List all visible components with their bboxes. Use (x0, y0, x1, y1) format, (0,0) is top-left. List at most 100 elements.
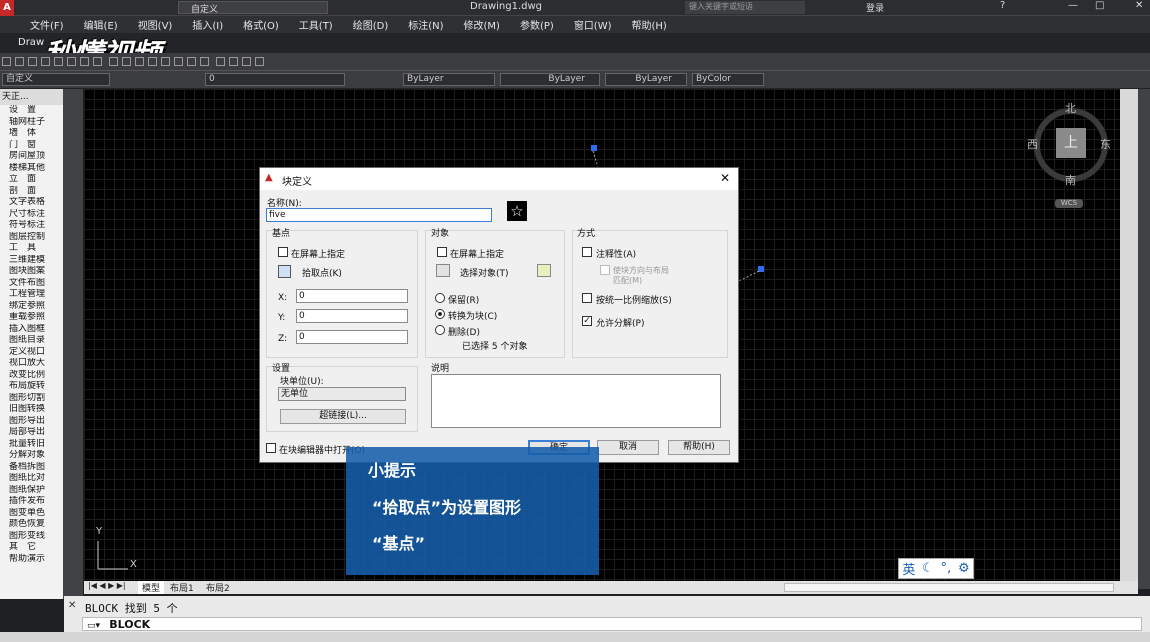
uniform-scale-checkbox[interactable] (582, 293, 592, 303)
tarch-menu-item[interactable]: 备档拆图 (0, 462, 63, 474)
tarch-menu-item[interactable]: 图层控制 (0, 232, 63, 244)
objects-onscreen-checkbox[interactable] (437, 247, 447, 257)
layer-dropdown[interactable]: 0 (205, 73, 345, 86)
tarch-menu-item[interactable]: 图纸比对 (0, 473, 63, 485)
tarch-menu-item[interactable]: 图变单色 (0, 508, 63, 520)
minimize-icon[interactable]: — (1068, 0, 1078, 11)
tarch-menu-item[interactable]: 剖 面 (0, 186, 63, 198)
tarch-menu-item[interactable]: 局部导出 (0, 427, 63, 439)
lineweight-dropdown[interactable]: ByLayer (605, 73, 687, 86)
tarch-menu-item[interactable]: 图纸保护 (0, 485, 63, 497)
menu-format[interactable]: 格式(O) (243, 17, 279, 32)
tarch-menu-item[interactable]: 尺寸标注 (0, 209, 63, 221)
basepoint-onscreen-checkbox[interactable] (278, 247, 288, 257)
help-button[interactable]: 帮助(H) (668, 440, 730, 455)
menu-window[interactable]: 窗口(W) (574, 17, 612, 32)
tarch-menu-item[interactable]: 工程管理 (0, 289, 63, 301)
tab-nav-icons[interactable]: |◀ ◀ ▶ ▶| (88, 581, 126, 590)
plotstyle-dropdown[interactable]: ByColor (692, 73, 764, 86)
z-field[interactable]: 0 (296, 330, 408, 344)
viewcube-top-face[interactable]: 上 (1056, 128, 1086, 158)
tarch-menu-item[interactable]: 插入图框 (0, 324, 63, 336)
tarch-menu-item[interactable]: 工 具 (0, 243, 63, 255)
command-close-icon[interactable]: ✕ (68, 600, 76, 611)
y-field[interactable]: 0 (296, 309, 408, 323)
menu-modify[interactable]: 修改(M) (464, 17, 500, 32)
match-orientation-checkbox[interactable] (600, 265, 610, 275)
select-objects-button[interactable]: 选择对象(T) (460, 266, 509, 279)
menu-dimension[interactable]: 标注(N) (408, 17, 443, 32)
tarch-menu-item[interactable]: 旧图转换 (0, 404, 63, 416)
annotative-checkbox[interactable] (582, 247, 592, 257)
command-input[interactable]: ▭▾ BLOCK (82, 617, 1142, 631)
tarch-menu-item[interactable]: 文件布图 (0, 278, 63, 290)
tarch-menu-item[interactable]: 插件发布 (0, 496, 63, 508)
horizontal-scrollbar[interactable] (784, 583, 1114, 592)
tarch-menu-item[interactable]: 房间屋顶 (0, 151, 63, 163)
tarch-menu-item[interactable]: 其 它 (0, 542, 63, 554)
tarch-menu-item[interactable]: 图形导出 (0, 416, 63, 428)
tarch-menu-item[interactable]: 重载参照 (0, 312, 63, 324)
delete-radio[interactable] (435, 325, 445, 335)
select-objects-icon[interactable] (436, 264, 450, 277)
workspace-dropdown[interactable]: 自定义 (2, 73, 110, 86)
retain-radio[interactable] (435, 293, 445, 303)
tarch-menu-item[interactable]: 图纸目录 (0, 335, 63, 347)
viewcube-east[interactable]: 东 (1100, 136, 1111, 152)
convert-radio[interactable] (435, 309, 445, 319)
tarch-menu-item[interactable]: 绑定参照 (0, 301, 63, 313)
tarch-menu-item[interactable]: 墙 体 (0, 128, 63, 140)
linetype-dropdown[interactable]: ByLayer (500, 73, 600, 86)
tarch-menu-item[interactable]: 分解对象 (0, 450, 63, 462)
allow-explode-checkbox[interactable]: ✓ (582, 316, 592, 326)
tarch-menu-item[interactable]: 三维建模 (0, 255, 63, 267)
menu-help[interactable]: 帮助(H) (632, 17, 667, 32)
x-field[interactable]: 0 (296, 289, 408, 303)
name-combobox[interactable]: five (266, 208, 492, 222)
help-icon[interactable]: ? (1000, 0, 1005, 11)
ucs-menu[interactable]: WCS (1055, 199, 1083, 208)
tab-drawing[interactable]: Draw (18, 37, 44, 48)
pick-point-icon[interactable] (278, 265, 291, 278)
description-textarea[interactable] (431, 374, 721, 428)
maximize-icon[interactable]: □ (1095, 0, 1104, 11)
punctuation-icon[interactable]: °, (941, 561, 952, 576)
pick-point-button[interactable]: 拾取点(K) (302, 266, 342, 279)
tarch-menu-item[interactable]: 批量转旧 (0, 439, 63, 451)
menu-insert[interactable]: 插入(I) (192, 17, 223, 32)
cancel-button[interactable]: 取消 (597, 440, 659, 455)
tarch-menu-item[interactable]: 立 面 (0, 174, 63, 186)
menu-tools[interactable]: 工具(T) (299, 17, 333, 32)
menu-draw[interactable]: 绘图(D) (353, 17, 389, 32)
tarch-menu-item[interactable]: 图块图案 (0, 266, 63, 278)
tab-model[interactable]: 模型 (138, 581, 165, 594)
grip-point[interactable] (591, 145, 597, 151)
viewcube-south[interactable]: 南 (1065, 172, 1076, 188)
close-icon[interactable]: ✕ (1135, 0, 1143, 11)
settings-gear-icon[interactable]: ⚙ (958, 561, 970, 576)
tarch-menu-item[interactable]: 设 置 (0, 105, 63, 117)
tarch-menu-item[interactable]: 图形变线 (0, 531, 63, 543)
tarch-menu-item[interactable]: 视口放大 (0, 358, 63, 370)
color-dropdown[interactable]: ByLayer (403, 73, 495, 86)
app-logo-icon[interactable]: A (0, 0, 14, 16)
login-button[interactable]: 登录 (866, 1, 884, 14)
tarch-menu-item[interactable]: 颜色恢复 (0, 519, 63, 531)
ime-toolbar[interactable]: 英 ☾ °, ⚙ (898, 558, 974, 579)
viewcube[interactable]: 上 北 南 西 东 (1027, 100, 1112, 190)
menu-parametric[interactable]: 参数(P) (520, 17, 554, 32)
vertical-scrollbar[interactable] (1120, 89, 1138, 581)
tarch-menu-item[interactable]: 门 窗 (0, 140, 63, 152)
tarch-menu-item[interactable]: 轴网柱子 (0, 117, 63, 129)
tarch-menu-item[interactable]: 符号标注 (0, 220, 63, 232)
search-input[interactable]: 键入关键字或短语 (685, 1, 805, 14)
tarch-menu-item[interactable]: 定义视口 (0, 347, 63, 359)
tab-layout2[interactable]: 布局2 (206, 581, 230, 594)
tarch-menu-item[interactable]: 图形切割 (0, 393, 63, 405)
hyperlink-button[interactable]: 超链接(L)... (280, 409, 406, 424)
quick-select-icon[interactable] (537, 264, 551, 277)
tarch-menu-item[interactable]: 改变比例 (0, 370, 63, 382)
open-in-editor-checkbox[interactable] (266, 443, 276, 453)
tarch-menu-item[interactable]: 帮助演示 (0, 554, 63, 566)
tarch-menu-item[interactable]: 布局旋转 (0, 381, 63, 393)
